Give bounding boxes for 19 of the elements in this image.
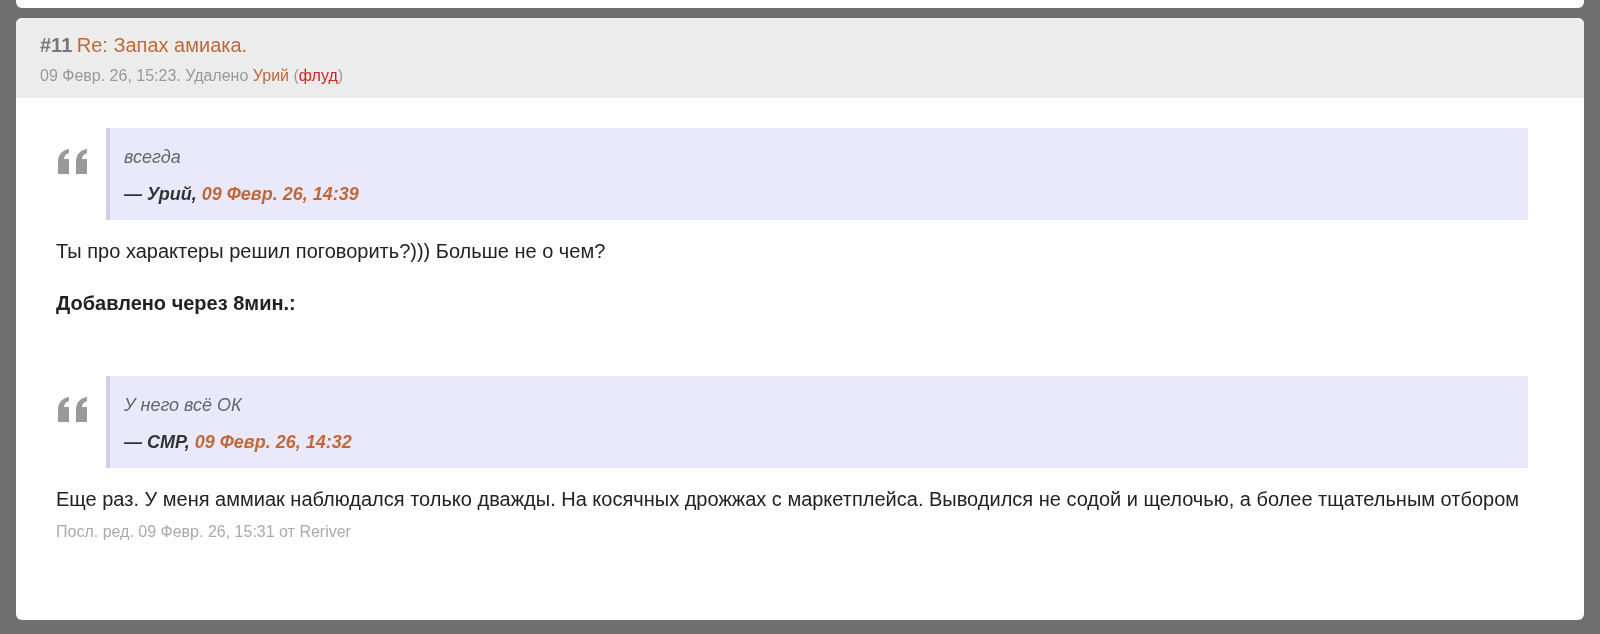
reason-link[interactable]: флуд: [298, 67, 338, 84]
meta-text: 09 Февр. 26, 15:23. Удалено: [40, 67, 249, 84]
post-number: #11: [40, 34, 73, 56]
added-heading: Добавлено через 8мин.:: [56, 291, 297, 316]
quote-icon: [56, 148, 90, 176]
quote-text: всегда: [124, 146, 182, 169]
meta-text: ): [337, 67, 344, 84]
post-title-link[interactable]: Re: Запах амиака.: [76, 34, 248, 56]
post-text: Ты про характеры решил поговорить?))) Больше не о чем?: [56, 239, 607, 264]
edit-note: Посл. ред. 09 Февр. 26, 15:31 от Reriver: [56, 522, 352, 542]
quote-date-link[interactable]: 09 Февр. 26, 14:39: [201, 184, 359, 204]
quote-text: У него всё ОК: [124, 394, 243, 417]
meta-text: (: [293, 67, 299, 84]
user-link[interactable]: Урий: [252, 67, 289, 84]
quote-icon: [56, 396, 90, 424]
quote-date-link[interactable]: 09 Февр. 26, 14:32: [194, 432, 352, 452]
post-text: Еще раз. У меня аммиак наблюдался только дважды. На косячных дрожжах с маркетплейса. Выводился не содой и щелочью, а более тщательным отбором: [56, 487, 1521, 512]
quote-author: — СМР,: [124, 432, 190, 452]
quote-author: — Урий,: [124, 184, 197, 204]
